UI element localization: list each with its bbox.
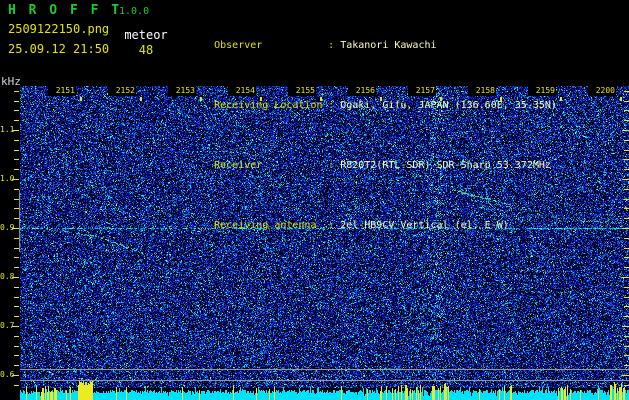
time-tick-label: 2155 [288,85,316,96]
receiver-value: R820T2(RTL-SDR) SDR-Sharp 53.372MHz [340,160,551,171]
time-tick-label: 2157 [408,85,436,96]
time-tick-label: 2156 [348,85,376,96]
freq-tick-label: 0.7 [0,321,13,331]
mode-label: meteor [124,28,168,42]
colon: : [328,40,334,51]
observer-label: Observer [214,40,328,52]
output-filename-label: 2509122150.png [8,22,109,36]
app-version: 1.0.0 [119,6,149,17]
freq-tick-label: 0.9 [0,223,13,233]
receiving-location-value: Ogaki, Gifu, JAPAN (136.60E, 35.35N) [340,100,557,111]
station-info-block: Observer: Takanori Kawachi Receiving Loc… [178,4,557,268]
receiver-label: Receiver [214,160,328,172]
time-tick-label: 2158 [468,85,496,96]
time-tick-label: 2154 [228,85,256,96]
time-tick-label: 2159 [528,85,556,96]
time-tick-label: 2151 [48,85,76,96]
echo-count-label: 48 [124,43,168,57]
colon: : [328,160,334,171]
colon: : [328,220,334,231]
receiver-row: Receiver: R820T2(RTL-SDR) SDR-Sharp 53.3… [178,148,557,184]
observer-row: Observer: Takanori Kawachi [178,28,557,64]
freq-tick-label: 1.0 [0,174,13,184]
datetime-label: 25.09.12 21:50 [8,42,109,56]
receiving-antenna-row: Receiving antenna: 2el-HB9CV Vertical (e… [178,208,557,244]
freq-axis-unit-label: kHz [1,75,21,88]
receiving-antenna-label: Receiving antenna [214,220,328,232]
freq-tick-label: 0.6 [0,370,13,380]
receiving-antenna-value: 2el-HB9CV Vertical (el. E-W) [340,220,509,231]
hrofft-spectrogram-window: H R O F F T 1.0.0 2509122150.png meteor … [0,0,629,400]
receiving-location-label: Receiving Location [214,100,328,112]
app-title: H R O F F T [8,3,122,18]
freq-tick-label: 0.8 [0,272,13,282]
freq-tick-label: 1.1 [0,125,13,135]
colon: : [328,100,334,111]
time-tick-label: 2200 [588,85,616,96]
time-tick-label: 2152 [108,85,136,96]
observer-value: Takanori Kawachi [340,40,436,51]
time-tick-label: 2153 [168,85,196,96]
